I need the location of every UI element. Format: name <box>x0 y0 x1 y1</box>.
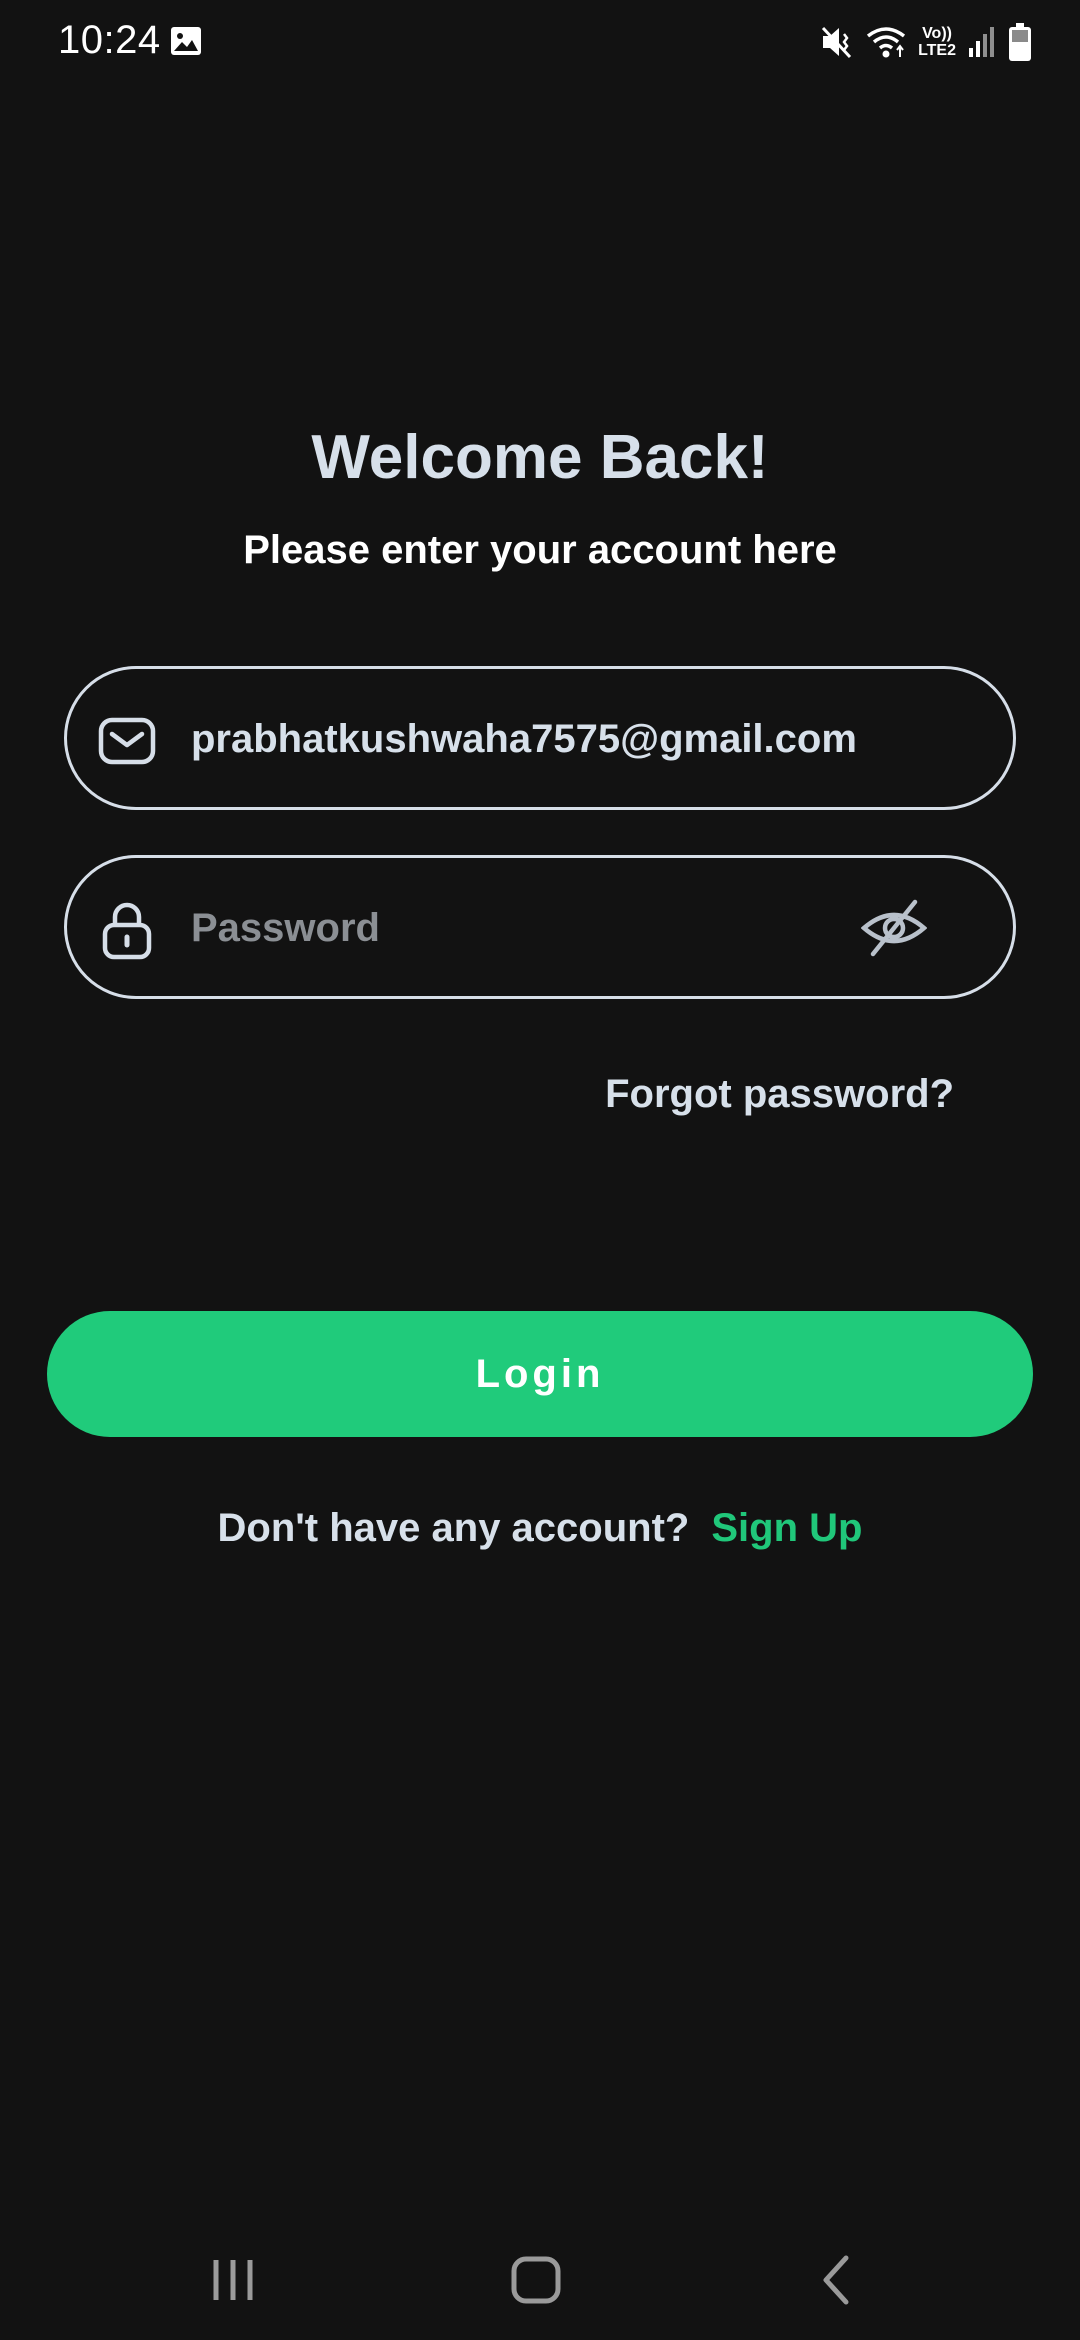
password-placeholder[interactable]: Password <box>191 906 380 951</box>
password-field[interactable]: Password <box>64 855 1016 999</box>
page-title: Welcome Back! <box>311 423 769 492</box>
status-icons: Vo)) LTE2 <box>820 20 1032 64</box>
status-bar: 10:24 Vo)) LTE2 <box>0 0 1080 90</box>
status-time: 10:24 <box>58 18 161 62</box>
signup-link[interactable]: Sign Up <box>711 1506 862 1550</box>
login-button[interactable]: Login <box>47 1311 1033 1437</box>
battery-icon <box>1009 23 1031 61</box>
signup-prompt: Don't have any account? <box>217 1506 690 1550</box>
login-button-label: Login <box>475 1351 605 1396</box>
home-icon[interactable] <box>496 2250 576 2310</box>
page-subtitle: Please enter your account here <box>243 528 837 572</box>
gallery-icon <box>171 27 201 55</box>
wifi-icon <box>866 27 906 58</box>
forgot-password-link[interactable]: Forgot password? <box>605 1072 954 1117</box>
signal-icon <box>969 27 994 57</box>
lock-icon <box>102 902 152 960</box>
navigation-bar <box>0 2220 1080 2340</box>
network-type: Vo)) LTE2 <box>918 25 956 59</box>
recent-apps-icon[interactable] <box>194 2250 274 2310</box>
mail-icon <box>98 717 156 765</box>
email-field[interactable]: prabhatkushwaha7575@gmail.com <box>64 666 1016 810</box>
back-icon[interactable] <box>798 2250 878 2310</box>
email-value[interactable]: prabhatkushwaha7575@gmail.com <box>191 717 857 762</box>
mute-icon <box>821 26 852 59</box>
eye-off-icon[interactable] <box>861 898 927 958</box>
signup-row: Don't have any account? Sign Up <box>0 1506 1080 1551</box>
